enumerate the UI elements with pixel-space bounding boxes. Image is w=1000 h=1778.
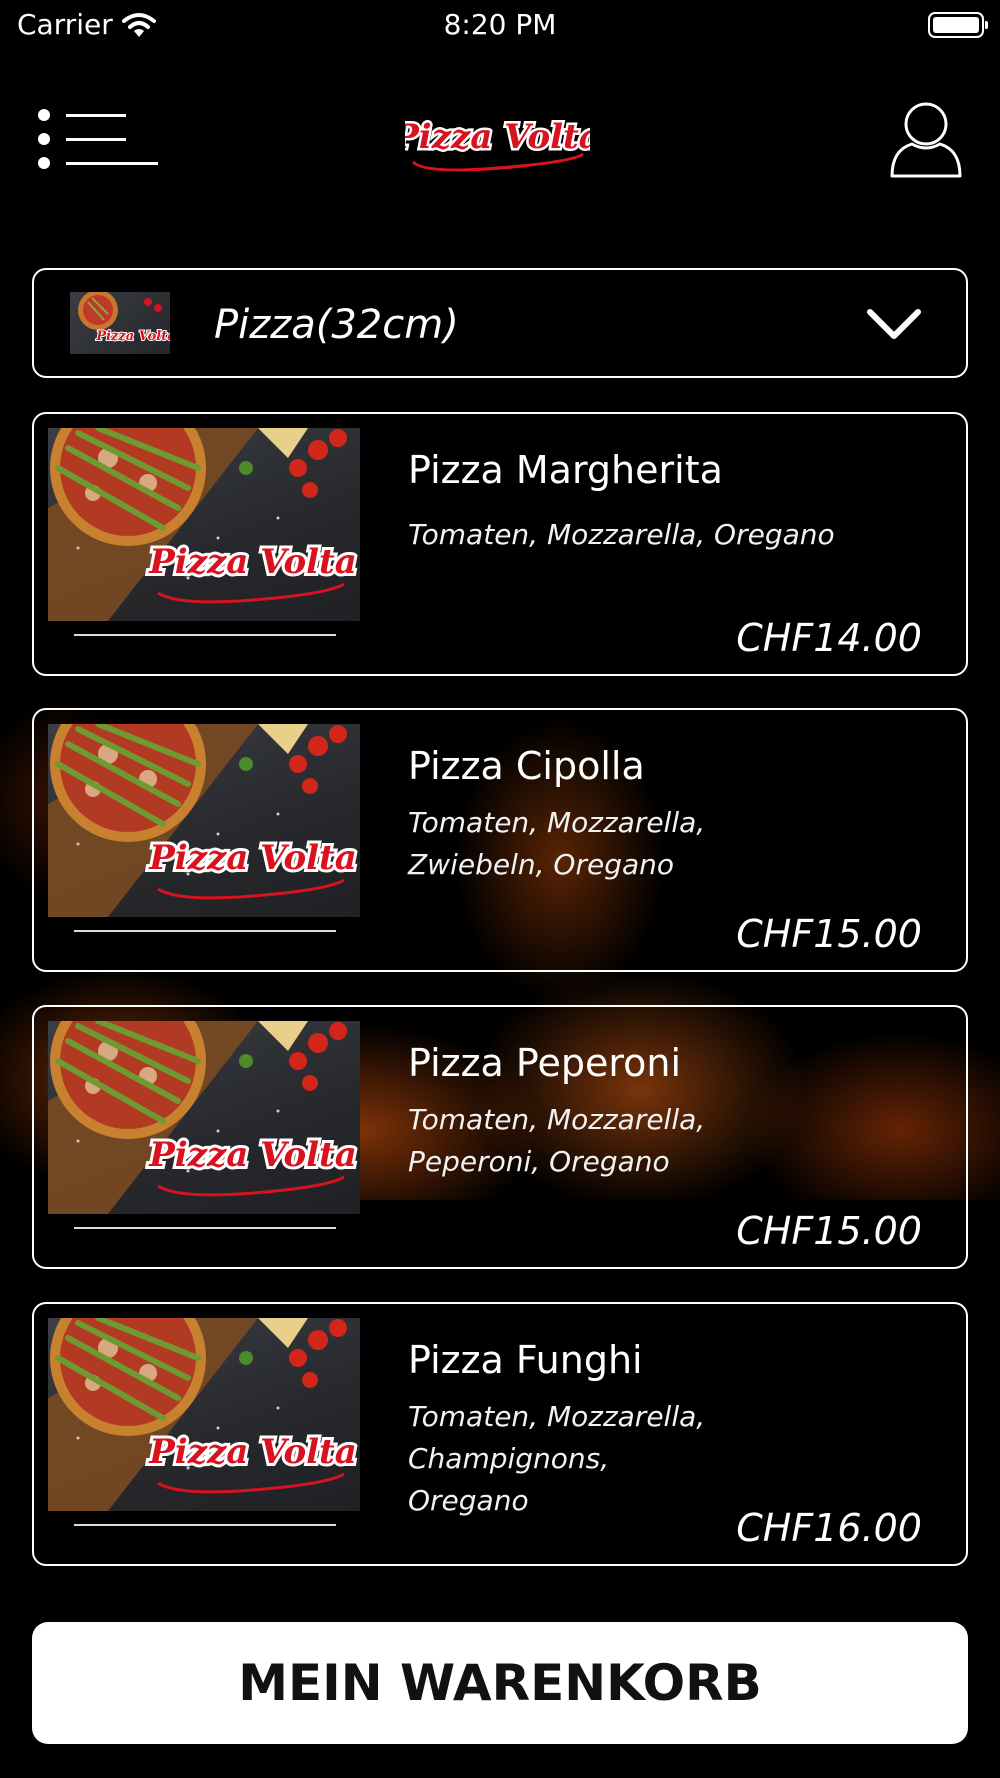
pizza-photo: Pizza Volta [48,1318,360,1511]
app-header: Pizza Volta [0,90,1000,190]
item-price: CHF15.00 [736,912,922,956]
item-divider [74,1227,336,1229]
menu-dot [38,157,50,169]
item-divider [74,930,336,932]
menu-button[interactable] [34,106,158,172]
item-price: CHF16.00 [736,1506,922,1550]
pizza-photo: Pizza Volta [48,1021,360,1214]
item-name: Pizza Funghi [408,1338,643,1382]
clock: 8:20 PM [443,8,557,41]
item-price: CHF14.00 [736,616,922,660]
svg-text:Pizza Volta: Pizza Volta [95,329,170,344]
menu-item-card[interactable]: Pizza Volta Pizza Peperoni Tomaten, Mozz… [32,1005,968,1269]
menu-line [66,138,126,141]
item-image: Pizza Volta [48,428,360,621]
cart-button[interactable]: MEIN WARENKORB [32,1622,968,1744]
item-divider [74,1524,336,1526]
pizza-photo: Pizza Volta [48,428,360,621]
item-image: Pizza Volta [48,724,360,917]
pizza-volta-logo: Pizza Volta [405,115,590,172]
item-name: Pizza Margherita [408,448,723,492]
item-description: Tomaten, Mozzarella, Zwiebeln, Oregano [408,806,706,881]
menu-item-card[interactable]: Pizza Volta Pizza Margherita Tomaten, Mo… [32,412,968,676]
menu-dot [38,133,50,145]
category-label: Pizza(32cm) [214,302,459,348]
item-image: Pizza Volta [48,1021,360,1214]
item-description: Tomaten, Mozzarella, Oregano [408,518,835,551]
svg-text:Pizza Volta: Pizza Volta [148,1432,357,1472]
item-description: Tomaten, Mozzarella, Champignons, Oregan… [408,1400,706,1517]
item-description: Tomaten, Mozzarella, Peperoni, Oregano [408,1103,706,1178]
item-name: Pizza Peperoni [408,1041,682,1085]
chevron-down-icon [867,309,921,339]
pizza-photo: Pizza Volta [48,724,360,917]
category-dropdown[interactable]: Pizza Volta Pizza(32cm) [32,268,968,378]
status-bar: Carrier 8:20 PM [0,0,1000,50]
menu-dot [38,109,50,121]
item-price: CHF15.00 [736,1209,922,1253]
svg-text:Pizza Volta: Pizza Volta [148,838,357,878]
svg-text:Pizza Volta: Pizza Volta [405,117,590,157]
item-image: Pizza Volta [48,1318,360,1511]
battery-icon [928,12,988,38]
item-divider [74,634,336,636]
menu-item-card[interactable]: Pizza Volta Pizza Cipolla Tomaten, Mozza… [32,708,968,972]
category-thumbnail: Pizza Volta [70,292,170,354]
menu-line [66,162,158,165]
profile-icon[interactable] [888,100,964,180]
svg-text:Pizza Volta: Pizza Volta [148,1135,357,1175]
svg-text:Pizza Volta: Pizza Volta [148,542,357,582]
menu-item-card[interactable]: Pizza Volta Pizza Funghi Tomaten, Mozzar… [32,1302,968,1566]
menu-line [66,114,126,117]
item-name: Pizza Cipolla [408,744,645,788]
